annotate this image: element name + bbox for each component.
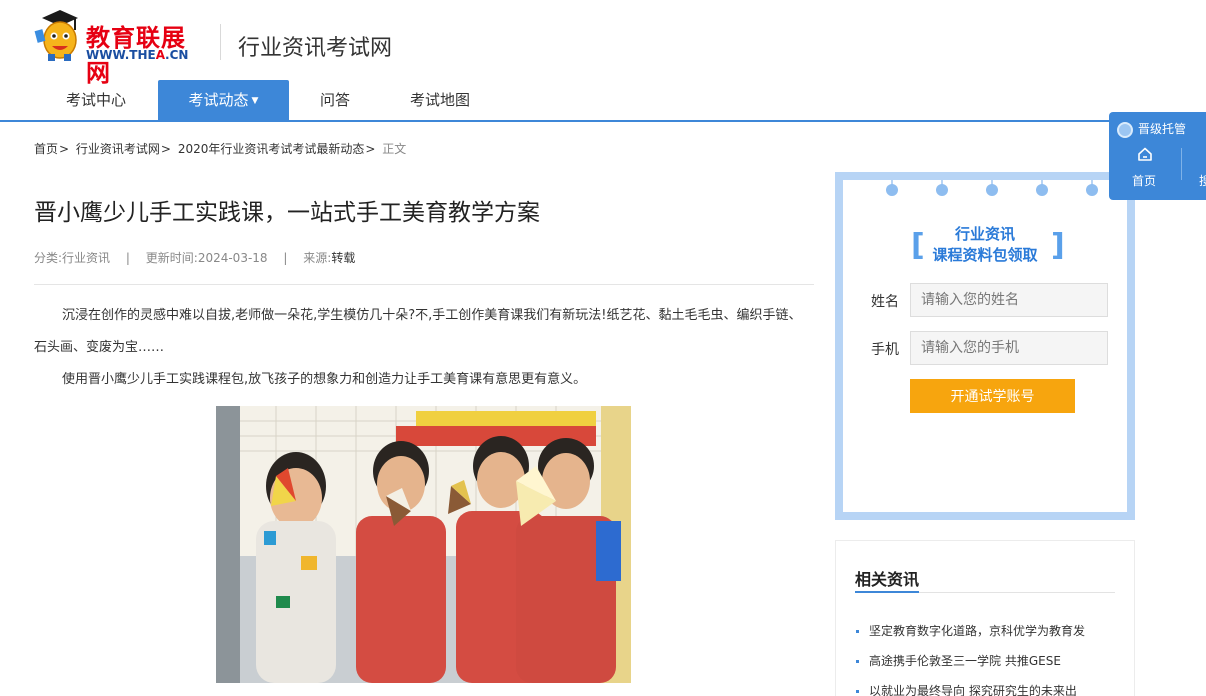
- ring-decoration: [936, 172, 948, 196]
- ring-decoration: [886, 172, 898, 196]
- article-divider: [34, 284, 814, 285]
- breadcrumb-link-site[interactable]: 行业资讯考试网: [76, 142, 160, 156]
- divider: [1181, 148, 1182, 180]
- name-label: 姓名: [871, 294, 899, 310]
- nav-item-qa[interactable]: 问答: [290, 80, 380, 120]
- bullet-icon: [856, 660, 859, 663]
- phone-label: 手机: [871, 342, 899, 358]
- article-paragraph: 沉浸在创作的灵感中难以自拔,老师做一朵花,学生模仿几十朵?不,手工创作美育课我们…: [34, 308, 802, 355]
- globe-icon: [1117, 121, 1133, 138]
- floating-quick-panel: 晋级托管 首页 搜: [1109, 112, 1206, 200]
- float-home-link[interactable]: 首页: [1132, 172, 1156, 189]
- page: 教育联展网 WWW.THEA.CN 行业资讯考试网 考试中心 考试动态 ▼ 问答 …: [0, 0, 1206, 696]
- article-meta: 分类:行业资讯 | 更新时间:2024-03-18 | 来源:转载: [34, 251, 356, 265]
- site-logo[interactable]: 教育联展网 WWW.THEA.CN: [34, 8, 206, 87]
- logo-url: WWW.THEA.CN: [86, 48, 189, 62]
- ring-decoration: [1086, 172, 1098, 196]
- phone-input[interactable]: [910, 331, 1108, 365]
- chevron-down-icon: ▼: [251, 95, 259, 106]
- header-divider: [220, 24, 221, 60]
- related-news-item[interactable]: 以就业为最终导向 探究研究生的未来出: [856, 682, 1077, 696]
- ring-decoration: [986, 172, 998, 196]
- name-input[interactable]: [910, 283, 1108, 317]
- main-nav: 考试中心 考试动态 ▼ 问答 考试地图: [0, 80, 1206, 122]
- breadcrumb-link-home[interactable]: 首页: [34, 142, 58, 156]
- breadcrumb: 首页> 行业资讯考试网> 2020年行业资讯考试考试最新动态> 正文: [34, 142, 407, 156]
- float-more-link[interactable]: 搜: [1199, 172, 1206, 189]
- bullet-icon: [856, 690, 859, 693]
- nav-item-exam-center[interactable]: 考试中心: [35, 80, 157, 120]
- article-category[interactable]: 行业资讯: [62, 251, 110, 265]
- article-date: 2024-03-18: [197, 251, 268, 265]
- article-source: 转载: [331, 251, 356, 265]
- open-trial-account-button[interactable]: 开通试学账号: [910, 379, 1075, 413]
- bracket-right: ]: [1051, 228, 1065, 263]
- signup-form-panel: [ 行业资讯 课程资料包领取 ] 姓名 手机 开通试学账号: [835, 172, 1135, 520]
- home-icon[interactable]: [1137, 146, 1153, 162]
- related-news-panel: 相关资讯 坚定教育数字化道路，京科优学为教育发 高途携手伦敦圣三一学院 共推GE…: [835, 540, 1135, 696]
- site-title: 行业资讯考试网: [238, 36, 393, 61]
- breadcrumb-current: 正文: [382, 142, 407, 156]
- article-paragraph: 使用晋小鹰少儿手工实践课程包,放飞孩子的想象力和创造力让手工美育课有意思更有意义…: [62, 372, 587, 387]
- related-news-item[interactable]: 高途携手伦敦圣三一学院 共推GESE: [856, 652, 1061, 669]
- float-panel-title[interactable]: 晋级托管: [1117, 120, 1186, 138]
- nav-item-exam-map[interactable]: 考试地图: [384, 80, 496, 120]
- article-photo: [216, 406, 631, 683]
- title-underline: [855, 591, 919, 593]
- breadcrumb-link-news[interactable]: 2020年行业资讯考试考试最新动态: [178, 142, 365, 156]
- mascot-logo-icon: [34, 10, 78, 61]
- nav-item-exam-news[interactable]: 考试动态 ▼: [158, 80, 289, 120]
- ring-decoration: [1036, 172, 1048, 196]
- article-title: 晋小鹰少儿手工实践课，一站式手工美育教学方案: [34, 200, 540, 226]
- related-news-title: 相关资讯: [855, 570, 920, 589]
- form-heading: 行业资讯 课程资料包领取: [932, 225, 1038, 264]
- bullet-icon: [856, 630, 859, 633]
- related-news-item[interactable]: 坚定教育数字化道路，京科优学为教育发: [856, 622, 1085, 639]
